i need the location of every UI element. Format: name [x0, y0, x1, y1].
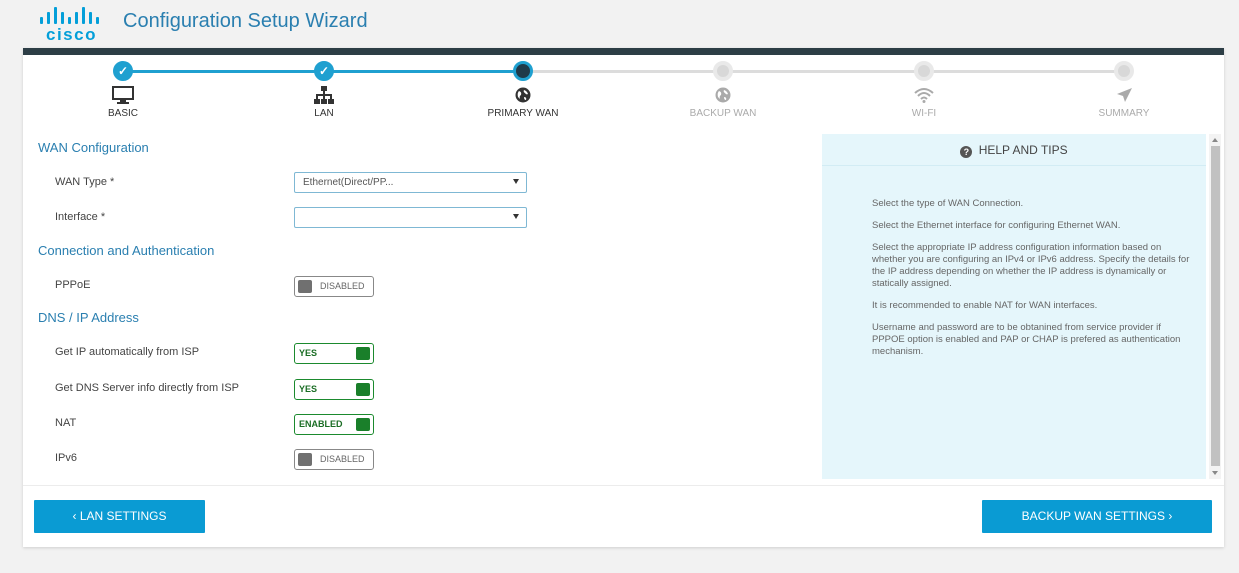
interface-label: Interface *: [55, 211, 106, 223]
toggle-knob: [356, 418, 370, 431]
step-basic[interactable]: ✓ BASIC: [53, 61, 193, 119]
help-body: Select the type of WAN Connection. Selec…: [822, 166, 1206, 358]
step-primary-wan[interactable]: PRIMARY WAN: [453, 61, 593, 119]
ipv6-toggle[interactable]: DISABLED: [294, 449, 374, 470]
progress-line-pending: [523, 70, 1124, 73]
footer-divider: [23, 485, 1224, 486]
scroll-up-icon[interactable]: [1212, 138, 1218, 142]
help-tip: Select the appropriate IP address config…: [872, 242, 1190, 289]
step-backup-wan[interactable]: BACKUP WAN: [653, 61, 793, 119]
wizard-card: ✓ BASIC ✓ LAN PRIMARY WAN BACKUP WAN WI-…: [23, 48, 1224, 547]
step-wifi[interactable]: WI-FI: [854, 61, 994, 119]
get-dns-label: Get DNS Server info directly from ISP: [55, 382, 239, 394]
section-connection-authentication: Connection and Authentication: [38, 243, 215, 258]
help-title-text: HELP AND TIPS: [978, 143, 1068, 157]
section-dns-ip-address: DNS / IP Address: [38, 310, 139, 325]
step-summary[interactable]: SUMMARY: [1054, 61, 1194, 119]
step-label-backup-wan: BACKUP WAN: [689, 108, 757, 119]
toggle-knob: [356, 347, 370, 360]
step-check-icon: ✓: [314, 61, 334, 81]
interface-select[interactable]: [294, 207, 527, 228]
step-label-primary-wan: PRIMARY WAN: [487, 108, 559, 119]
step-pending-dot: [914, 61, 934, 81]
step-label-summary: SUMMARY: [1098, 108, 1150, 119]
step-lan[interactable]: ✓ LAN: [254, 61, 394, 119]
pppoe-toggle[interactable]: DISABLED: [294, 276, 374, 297]
toggle-knob: [298, 280, 312, 293]
cisco-logo-bars: [40, 6, 104, 24]
get-ip-toggle-state: YES: [299, 348, 318, 358]
wan-type-value: Ethernet(Direct/PP...: [303, 177, 394, 188]
globe-icon: [453, 85, 593, 105]
chevron-down-icon: [513, 214, 519, 219]
nat-toggle[interactable]: ENABLED: [294, 414, 374, 435]
help-tip: Select the type of WAN Connection.: [872, 198, 1024, 209]
scroll-down-icon[interactable]: [1212, 471, 1218, 475]
cisco-logo: cisco: [38, 6, 104, 44]
backup-wan-settings-button[interactable]: BACKUP WAN SETTINGS ›: [982, 500, 1212, 533]
step-pending-dot: [1114, 61, 1134, 81]
step-label-wifi: WI-FI: [911, 108, 937, 119]
help-tip: Select the Ethernet interface for config…: [872, 220, 1121, 231]
pppoe-label: PPPoE: [55, 279, 91, 291]
get-dns-toggle[interactable]: YES: [294, 379, 374, 400]
help-tip: Username and password are to be obtanine…: [872, 322, 1181, 357]
lan-settings-button[interactable]: ‹ LAN SETTINGS: [34, 500, 205, 533]
step-current-dot: [513, 61, 533, 81]
nat-toggle-state: ENABLED: [299, 419, 343, 429]
wan-type-select[interactable]: Ethernet(Direct/PP...: [294, 172, 527, 193]
network-icon: [254, 85, 394, 105]
step-label-lan: LAN: [314, 108, 334, 119]
page-title: Configuration Setup Wizard: [123, 10, 368, 32]
step-pending-dot: [713, 61, 733, 81]
get-ip-label: Get IP automatically from ISP: [55, 346, 200, 358]
pppoe-toggle-state: DISABLED: [320, 281, 365, 291]
toggle-knob: [356, 383, 370, 396]
app-header: cisco Configuration Setup Wizard: [0, 0, 1239, 48]
step-label-basic: BASIC: [107, 108, 138, 119]
chevron-down-icon: [513, 179, 519, 184]
globe-icon: [653, 85, 793, 105]
toggle-knob: [298, 453, 312, 466]
ipv6-toggle-state: DISABLED: [320, 454, 365, 464]
scroll-thumb[interactable]: [1211, 146, 1220, 466]
content-scrollbar[interactable]: [1209, 134, 1221, 479]
ipv6-label: IPv6: [55, 452, 78, 464]
get-ip-toggle[interactable]: YES: [294, 343, 374, 364]
send-icon: [1054, 85, 1194, 105]
wan-type-label: WAN Type *: [55, 176, 115, 188]
help-panel: ? HELP AND TIPS Select the type of WAN C…: [822, 134, 1206, 479]
help-tip: It is recommended to enable NAT for WAN …: [872, 300, 1098, 311]
monitor-icon: [53, 85, 193, 105]
question-circle-icon: ?: [960, 146, 973, 158]
wifi-icon: [854, 85, 994, 105]
section-wan-configuration: WAN Configuration: [38, 140, 149, 155]
cisco-logo-text: cisco: [46, 25, 97, 44]
help-title: ? HELP AND TIPS: [822, 134, 1206, 166]
step-check-icon: ✓: [113, 61, 133, 81]
wizard-stepper: ✓ BASIC ✓ LAN PRIMARY WAN BACKUP WAN WI-…: [23, 55, 1224, 129]
get-dns-toggle-state: YES: [299, 384, 318, 394]
nat-label: NAT: [55, 417, 77, 429]
